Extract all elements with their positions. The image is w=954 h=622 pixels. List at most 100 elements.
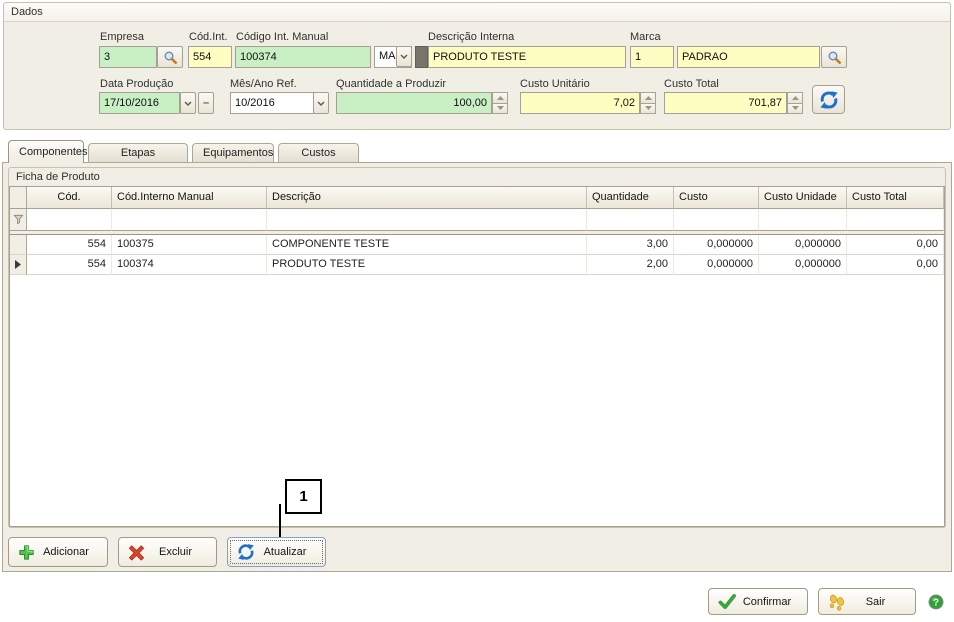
- cell-descricao[interactable]: PRODUTO TESTE: [267, 255, 587, 275]
- column-header-custo[interactable]: Custo: [674, 187, 759, 209]
- cell-cod-interno[interactable]: 100374: [112, 255, 267, 275]
- custo-unitario-label: Custo Unitário: [520, 78, 590, 91]
- data-producao-label: Data Produção: [100, 78, 173, 91]
- cell-custo-unidade[interactable]: 0,000000: [759, 255, 847, 275]
- quantidade-label: Quantidade a Produzir: [336, 78, 446, 91]
- tab-etapas-produtivas[interactable]: Etapas Produtivas: [88, 143, 188, 163]
- dados-groupbox: Dados Empresa Cód.Int. Código Int. Manua…: [3, 2, 951, 130]
- spin-up-button[interactable]: [640, 92, 656, 104]
- codigo-int-manual-input[interactable]: [235, 46, 371, 68]
- table-row[interactable]: 554 100375 COMPONENTE TESTE 3,00 0,00000…: [10, 235, 944, 255]
- column-header-cod[interactable]: Cód.: [27, 187, 112, 209]
- cell-custo-unidade[interactable]: 0,000000: [759, 235, 847, 255]
- tipo-value: MA: [379, 50, 396, 62]
- filter-cell[interactable]: [27, 209, 112, 231]
- chevron-down-icon: [184, 101, 192, 106]
- data-producao-dropdown-button[interactable]: [180, 92, 196, 114]
- quantidade-spinner: [492, 92, 508, 114]
- search-icon: [163, 50, 178, 65]
- descricao-interna-input[interactable]: [428, 46, 626, 68]
- spin-down-button[interactable]: [492, 104, 508, 115]
- tab-equipamentos[interactable]: Equipamentos: [192, 143, 274, 163]
- codigo-int-manual-label: Código Int. Manual: [236, 31, 328, 44]
- tipo-dropdown-button[interactable]: [396, 46, 412, 67]
- atualizar-label: Atualizar: [255, 546, 325, 558]
- marca-search-button[interactable]: [821, 46, 847, 68]
- data-producao-input[interactable]: [99, 92, 180, 114]
- componentes-tab-page: Ficha de Produto Cód. Cód.Interno Manual…: [2, 162, 952, 572]
- empresa-input[interactable]: [99, 46, 157, 68]
- cell-cod-interno[interactable]: 100375: [112, 235, 267, 255]
- empresa-search-button[interactable]: [157, 46, 183, 68]
- filter-cell[interactable]: [759, 209, 847, 231]
- refresh-icon: [819, 90, 839, 110]
- production-form: Dados Empresa Cód.Int. Código Int. Manua…: [0, 0, 954, 622]
- cell-custo[interactable]: 0,000000: [674, 255, 759, 275]
- recalcular-button[interactable]: [812, 85, 845, 114]
- column-header-descricao[interactable]: Descrição: [267, 187, 587, 209]
- components-grid: Cód. Cód.Interno Manual Descrição Quanti…: [9, 186, 945, 527]
- grid-header-row: Cód. Cód.Interno Manual Descrição Quanti…: [10, 187, 944, 209]
- spin-up-button[interactable]: [492, 92, 508, 104]
- color-indicator[interactable]: [415, 46, 428, 68]
- confirm-check-icon: [718, 593, 737, 610]
- column-header-cod-interno[interactable]: Cód.Interno Manual: [112, 187, 267, 209]
- cod-int-label: Cód.Int.: [189, 31, 228, 44]
- cell-cod[interactable]: 554: [27, 235, 112, 255]
- refresh-icon: [237, 543, 255, 561]
- filter-cell[interactable]: [267, 209, 587, 231]
- table-row[interactable]: 554 100374 PRODUTO TESTE 2,00 0,000000 0…: [10, 255, 944, 275]
- custo-total-spinner: [787, 92, 803, 114]
- marca-code-input[interactable]: [630, 46, 674, 68]
- cell-custo[interactable]: 0,000000: [674, 235, 759, 255]
- row-selector-cell[interactable]: [10, 235, 27, 255]
- row-selector-cell[interactable]: [10, 255, 27, 275]
- mes-ano-combo-input[interactable]: [230, 92, 314, 114]
- exit-footprints-icon: [828, 593, 846, 611]
- data-producao-minus-button[interactable]: –: [198, 92, 214, 114]
- spin-down-button[interactable]: [640, 104, 656, 115]
- callout-label: 1: [299, 488, 307, 505]
- cell-cod[interactable]: 554: [27, 255, 112, 275]
- filter-cell[interactable]: [587, 209, 674, 231]
- cell-quantidade[interactable]: 3,00: [587, 235, 674, 255]
- filter-cell[interactable]: [674, 209, 759, 231]
- spin-down-button[interactable]: [787, 104, 803, 115]
- excluir-label: Excluir: [145, 546, 216, 558]
- column-header-custo-total[interactable]: Custo Total: [847, 187, 944, 209]
- marca-name-input[interactable]: [677, 46, 820, 68]
- marca-label: Marca: [630, 31, 661, 44]
- sair-button[interactable]: Sair: [818, 588, 916, 615]
- current-row-icon: [15, 260, 21, 269]
- filter-cell[interactable]: [112, 209, 267, 231]
- tab-componentes[interactable]: Componentes: [8, 140, 84, 163]
- cell-descricao[interactable]: COMPONENTE TESTE: [267, 235, 587, 255]
- excluir-button[interactable]: Excluir: [118, 537, 217, 567]
- filter-cell[interactable]: [10, 209, 27, 231]
- tab-custos-gerais[interactable]: Custos Gerais: [278, 143, 359, 163]
- column-header-custo-unidade[interactable]: Custo Unidade: [759, 187, 847, 209]
- custo-total-input[interactable]: [664, 92, 787, 114]
- cod-int-input[interactable]: [188, 46, 232, 68]
- svg-text:?: ?: [933, 598, 939, 609]
- custo-unitario-input[interactable]: [520, 92, 640, 114]
- confirmar-button[interactable]: Confirmar: [708, 588, 808, 615]
- cell-custo-total[interactable]: 0,00: [847, 235, 944, 255]
- header-selector-cell: [10, 187, 27, 209]
- cell-custo-total[interactable]: 0,00: [847, 255, 944, 275]
- cell-quantidade[interactable]: 2,00: [587, 255, 674, 275]
- help-icon[interactable]: ?: [928, 594, 944, 610]
- adicionar-button[interactable]: Adicionar: [8, 537, 108, 567]
- mes-ano-label: Mês/Ano Ref.: [230, 78, 297, 91]
- column-header-quantidade[interactable]: Quantidade: [587, 187, 674, 209]
- ficha-groupbox: Ficha de Produto Cód. Cód.Interno Manual…: [8, 167, 946, 528]
- filter-cell[interactable]: [847, 209, 944, 231]
- dados-group-title: Dados: [4, 3, 950, 22]
- quantidade-input[interactable]: [336, 92, 492, 114]
- spin-up-button[interactable]: [787, 92, 803, 104]
- tipo-combo[interactable]: MA: [374, 46, 412, 68]
- custo-unitario-spinner: [640, 92, 656, 114]
- callout-line: [279, 504, 281, 537]
- mes-ano-dropdown-button[interactable]: [313, 92, 329, 114]
- atualizar-button[interactable]: Atualizar: [227, 537, 326, 567]
